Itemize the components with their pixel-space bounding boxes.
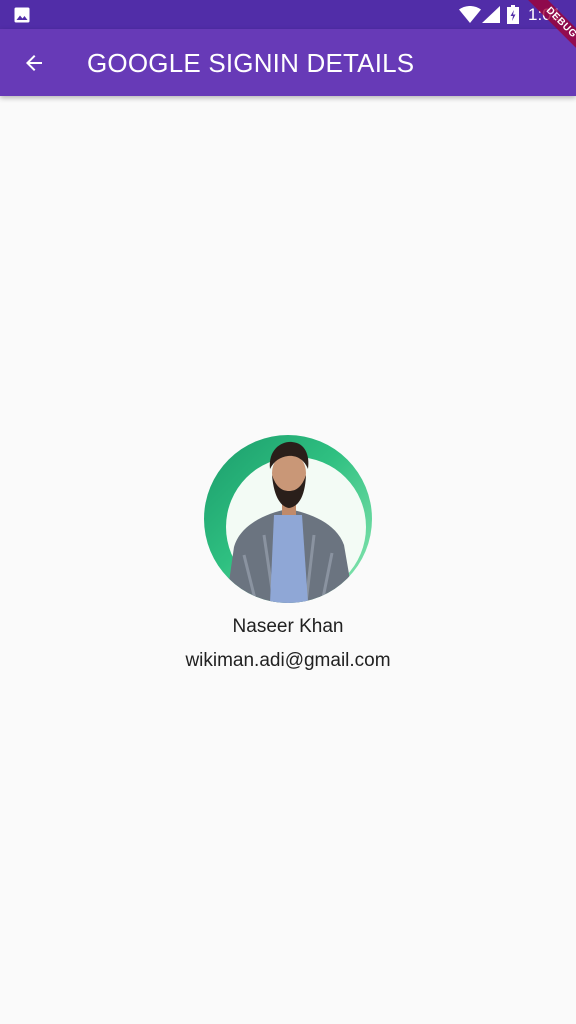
battery-icon [507, 5, 519, 24]
wifi-icon [459, 6, 481, 23]
profile-card: Naseer Khan wikiman.adi@gmail.com [0, 435, 576, 673]
user-email: wikiman.adi@gmail.com [185, 650, 391, 671]
user-name: Naseer Khan [232, 616, 344, 637]
profile-photo [226, 441, 366, 603]
gallery-icon [14, 7, 30, 23]
app-bar: GOOGLE SIGNIN DETAILS [0, 29, 576, 96]
avatar [204, 435, 372, 603]
back-button[interactable] [10, 39, 58, 87]
arrow-back-icon [26, 55, 42, 71]
status-bar: 1:01 [0, 0, 576, 29]
page-title: GOOGLE SIGNIN DETAILS [87, 48, 415, 78]
status-time: 1:01 [528, 5, 562, 24]
signal-icon [482, 6, 500, 23]
